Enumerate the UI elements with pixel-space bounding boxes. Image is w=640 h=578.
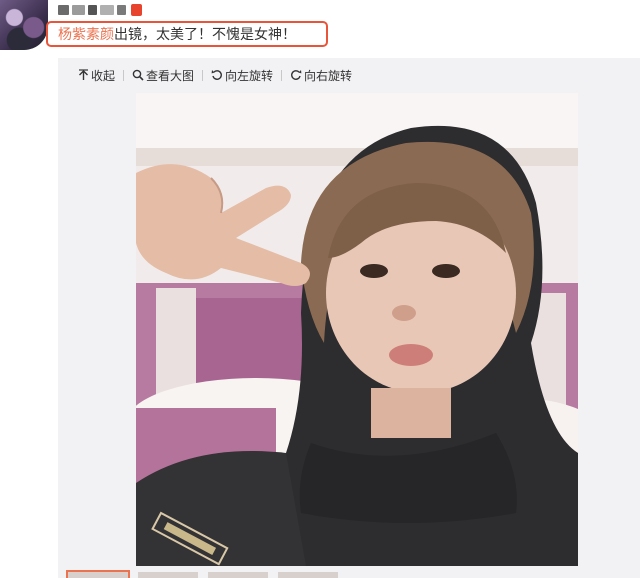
rotate-right-button[interactable]: 向右旋转 bbox=[290, 67, 352, 84]
post-caption: 杨紫素颜 出镜，太美了！不愧是女神！ bbox=[46, 21, 328, 47]
thumbnail-strip bbox=[66, 570, 338, 578]
caption-hashtag-link[interactable]: 杨紫素颜 bbox=[58, 24, 114, 44]
blurred-text bbox=[99, 5, 115, 15]
username-blurred[interactable] bbox=[58, 3, 142, 17]
toolbar-divider bbox=[281, 69, 283, 81]
user-avatar[interactable] bbox=[0, 0, 48, 50]
post-photo[interactable] bbox=[136, 93, 578, 566]
thumbnail-item[interactable] bbox=[208, 572, 268, 578]
caption-text: 出镜，太美了！不愧是女神！ bbox=[114, 27, 296, 43]
blurred-text bbox=[117, 5, 127, 15]
vip-badge-icon bbox=[131, 4, 142, 16]
collapse-label: 收起 bbox=[91, 68, 116, 83]
weibo-post-page: 杨紫素颜 出镜，太美了！不愧是女神！ 收起 查看大图 向左旋转 向右旋转 bbox=[0, 0, 640, 578]
thumbnail-item[interactable] bbox=[66, 570, 130, 578]
rotate-left-button[interactable]: 向左旋转 bbox=[211, 67, 273, 84]
blurred-text bbox=[71, 5, 85, 15]
rotate-left-label: 向左旋转 bbox=[225, 68, 274, 83]
blurred-text bbox=[87, 5, 97, 15]
rotate-left-icon bbox=[211, 69, 223, 81]
toolbar-divider bbox=[123, 69, 125, 81]
selfie-illustration bbox=[136, 93, 578, 566]
thumbnail-item[interactable] bbox=[278, 572, 338, 578]
expanded-media-panel: 收起 查看大图 向左旋转 向右旋转 bbox=[58, 58, 640, 578]
view-large-label: 查看大图 bbox=[146, 68, 195, 83]
thumbnail-item[interactable] bbox=[138, 572, 198, 578]
rotate-right-label: 向右旋转 bbox=[304, 68, 353, 83]
collapse-button[interactable]: 收起 bbox=[78, 67, 115, 84]
magnifier-icon bbox=[132, 69, 144, 81]
view-large-button[interactable]: 查看大图 bbox=[132, 67, 194, 84]
media-toolbar: 收起 查看大图 向左旋转 向右旋转 bbox=[78, 66, 352, 84]
rotate-right-icon bbox=[290, 69, 302, 81]
collapse-up-arrow-icon bbox=[78, 69, 89, 81]
toolbar-divider bbox=[202, 69, 204, 81]
blurred-text bbox=[58, 5, 69, 15]
